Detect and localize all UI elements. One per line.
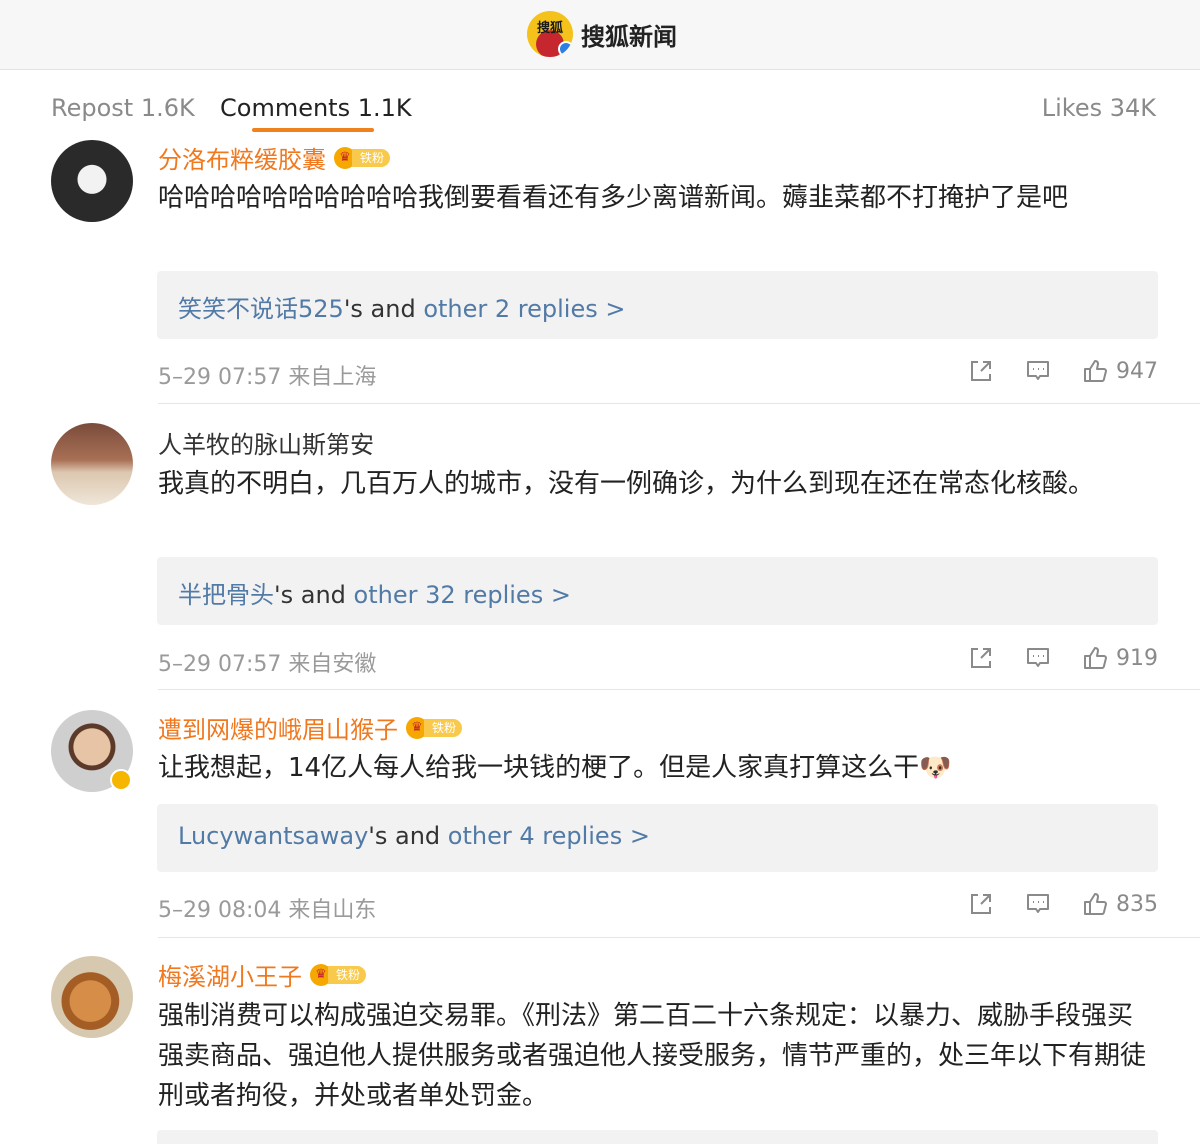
like-count: 947: [1116, 358, 1158, 384]
timestamp: 5–29 07:57: [158, 365, 282, 390]
share-icon[interactable]: [968, 358, 994, 384]
verified-badge-icon: [558, 41, 573, 57]
logo-text: 搜狐: [536, 21, 563, 36]
timestamp: 5–29 08:04: [158, 898, 282, 923]
username[interactable]: 遭到网爆的峨眉山猴子 ♛ 铁粉: [158, 710, 463, 745]
fan-badge: ♛ 铁粉: [334, 146, 391, 169]
comment-icon[interactable]: [1025, 891, 1051, 917]
username-text: 分洛布粹缓胶囊: [158, 146, 326, 174]
like-count: 919: [1116, 645, 1158, 671]
reply-connector: 's and: [343, 295, 424, 323]
comment-actions: 835: [937, 891, 1158, 917]
replies-preview[interactable]: Lucywantsaway's and other 4 replies >: [157, 804, 1158, 872]
comment-meta: 5–29 07:57 来自安徽: [158, 646, 376, 678]
active-tab-indicator: [252, 128, 374, 132]
comment-text: 强制消费可以构成强迫交易罪。《刑法》第二百二十六条规定：以暴力、威胁手段强买强卖…: [158, 1001, 1147, 1111]
divider: [158, 403, 1200, 404]
brand-name: 搜狐新闻: [581, 22, 677, 51]
fan-badge-label: 铁粉: [328, 965, 367, 984]
replies-preview[interactable]: 半把骨头's and other 32 replies >: [157, 557, 1158, 625]
comment-actions: 947: [937, 358, 1158, 384]
more-replies-link[interactable]: other 2 replies >: [423, 295, 625, 323]
tab-repost[interactable]: Repost 1.6K: [51, 94, 195, 122]
like-count: 835: [1116, 891, 1158, 917]
avatar[interactable]: [51, 140, 133, 222]
username[interactable]: 人羊牧的脉山斯第安: [158, 425, 374, 460]
more-replies-link[interactable]: other 4 replies >: [448, 822, 650, 850]
doge-emoji-icon: 🐶: [919, 753, 952, 783]
sohu-logo-icon: 搜狐: [527, 11, 573, 57]
username-text: 人羊牧的脉山斯第安: [158, 431, 374, 459]
thumbs-up-icon[interactable]: [1082, 891, 1108, 917]
replies-preview-partial[interactable]: [157, 1130, 1158, 1144]
more-replies-link[interactable]: other 32 replies >: [354, 581, 571, 609]
avatar[interactable]: [51, 710, 133, 792]
comment-text: 让我想起，14亿人每人给我一块钱的梗了。但是人家真打算这么干🐶: [158, 748, 1158, 788]
comment-text: 哈哈哈哈哈哈哈哈哈哈我倒要看看还有多少离谱新闻。薅韭菜都不打掩护了是吧: [158, 183, 1069, 213]
tab-likes[interactable]: Likes 34K: [1042, 94, 1156, 122]
reply-user-link[interactable]: 笑笑不说话525: [178, 295, 344, 323]
username-text: 遭到网爆的峨眉山猴子: [158, 716, 398, 744]
fan-badge: ♛ 铁粉: [406, 716, 463, 739]
reply-user-link[interactable]: 半把骨头: [178, 581, 274, 609]
comment-text: 我真的不明白，几百万人的城市，没有一例确诊，为什么到现在还在常态化核酸。: [158, 469, 1095, 499]
replies-preview[interactable]: 笑笑不说话525's and other 2 replies >: [157, 271, 1158, 339]
share-icon[interactable]: [968, 891, 994, 917]
comment-meta: 5–29 07:57 来自上海: [158, 359, 376, 391]
fan-badge: ♛ 铁粉: [310, 963, 367, 986]
comment-meta: 5–29 08:04 来自山东: [158, 892, 376, 924]
reply-connector: 's and: [368, 822, 448, 850]
share-icon[interactable]: [968, 645, 994, 671]
username-text: 梅溪湖小王子: [158, 963, 302, 991]
username[interactable]: 分洛布粹缓胶囊 ♛ 铁粉: [158, 140, 391, 175]
timestamp: 5–29 07:57: [158, 652, 282, 677]
fan-badge-label: 铁粉: [424, 718, 463, 737]
tab-bar: Repost 1.6K Comments 1.1K Likes 34K: [0, 70, 1200, 142]
reply-user-link[interactable]: Lucywantsaway: [178, 822, 368, 850]
comment-text-body: 让我想起，14亿人每人给我一块钱的梗了。但是人家真打算这么干: [158, 753, 920, 783]
avatar[interactable]: [51, 423, 133, 505]
top-bar: 搜狐 搜狐新闻: [0, 0, 1200, 70]
brand[interactable]: 搜狐 搜狐新闻: [527, 9, 677, 59]
thumbs-up-icon[interactable]: [1082, 358, 1108, 384]
divider: [158, 689, 1200, 690]
reply-connector: 's and: [274, 581, 354, 609]
divider: [158, 937, 1200, 938]
avatar[interactable]: [51, 956, 133, 1038]
thumbs-up-icon[interactable]: [1082, 645, 1108, 671]
fan-badge-label: 铁粉: [352, 148, 391, 167]
comment-icon[interactable]: [1025, 645, 1051, 671]
comment-icon[interactable]: [1025, 358, 1051, 384]
comment-actions: 919: [937, 645, 1158, 671]
location: 来自安徽: [288, 652, 377, 677]
username[interactable]: 梅溪湖小王子 ♛ 铁粉: [158, 957, 367, 992]
tab-comments[interactable]: Comments 1.1K: [220, 94, 412, 122]
verified-badge-icon: [110, 769, 132, 791]
location: 来自山东: [288, 898, 377, 923]
location: 来自上海: [288, 365, 377, 390]
